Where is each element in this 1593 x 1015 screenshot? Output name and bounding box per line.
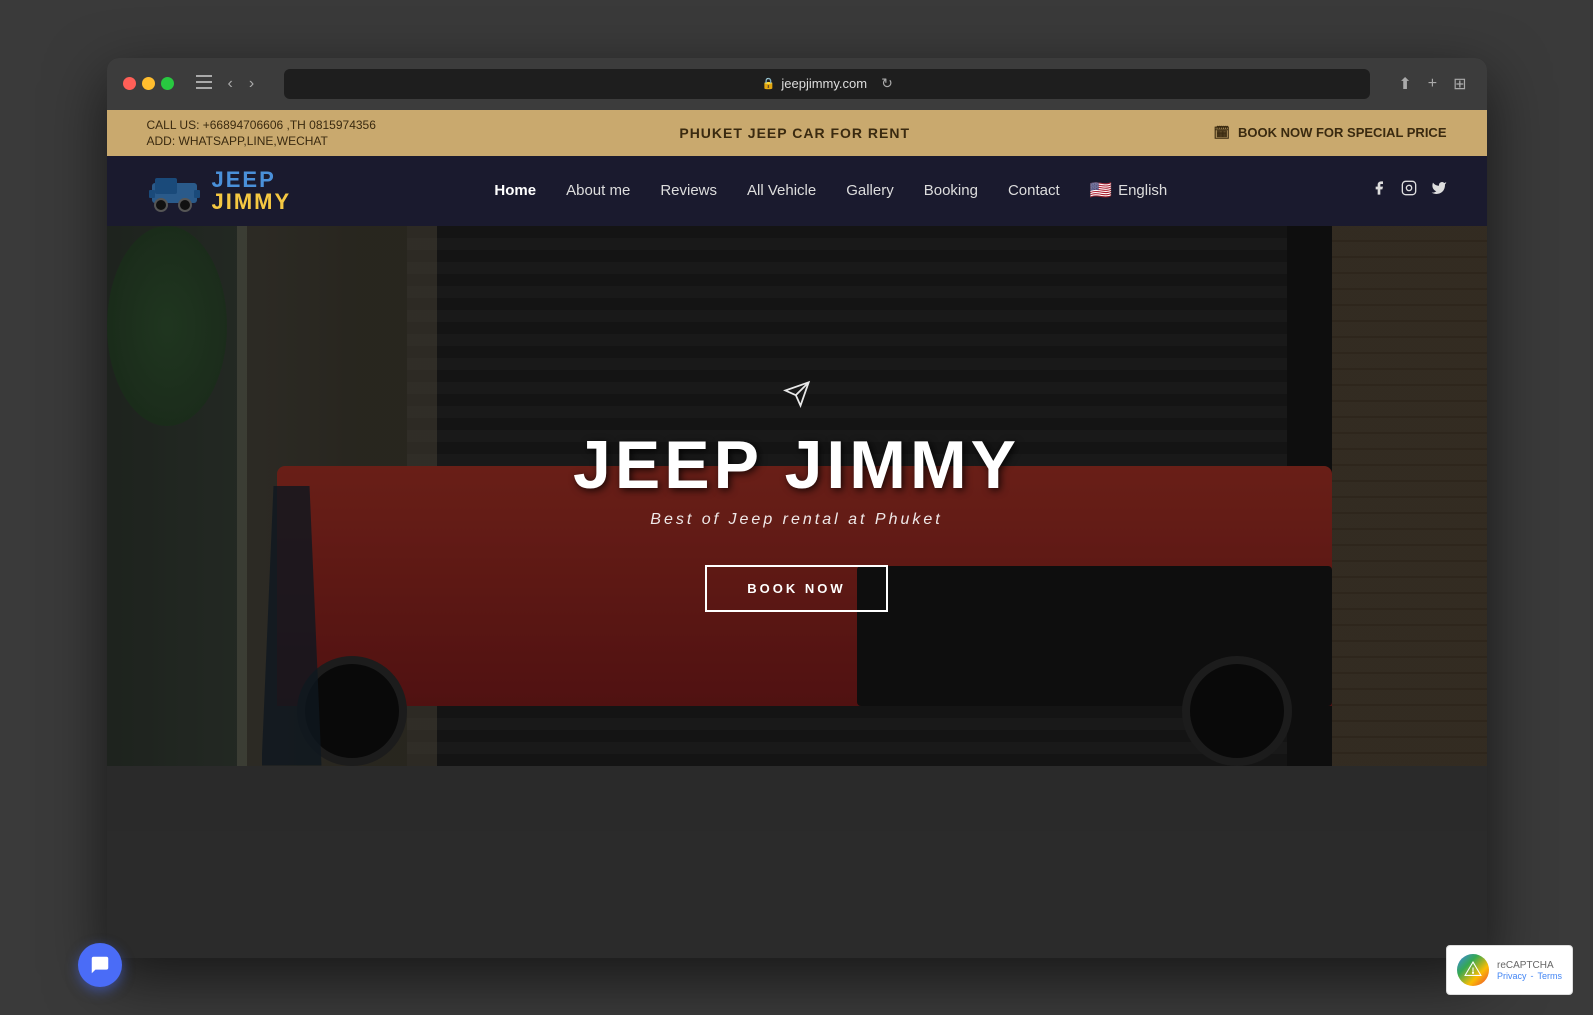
site-logo[interactable]: JEEP JIMMY (147, 168, 292, 213)
maximize-button[interactable] (161, 77, 174, 90)
calendar-icon: 🗓 (1213, 125, 1230, 141)
flag-icon: 🇺🇸 (1090, 180, 1112, 201)
contact-info: CALL US: +66894706606 ,TH 0815974356 ADD… (147, 118, 376, 148)
nav-item-about[interactable]: About me (566, 182, 630, 200)
navbar: JEEP JIMMY Home About me Reviews All Veh… (107, 156, 1487, 226)
nav-link-booking[interactable]: Booking (924, 182, 978, 199)
browser-controls: ‹ › (190, 71, 261, 97)
nav-item-booking[interactable]: Booking (924, 182, 978, 200)
logo-text: JEEP JIMMY (212, 169, 292, 213)
add-text: ADD: WHATSAPP,LINE,WECHAT (147, 134, 376, 148)
twitter-icon[interactable] (1431, 180, 1447, 201)
logo-jeep-icon (147, 168, 202, 213)
nav-item-vehicle[interactable]: All Vehicle (747, 182, 816, 200)
nav-link-reviews[interactable]: Reviews (660, 182, 717, 199)
nav-item-home[interactable]: Home (494, 182, 536, 200)
language-label: English (1118, 182, 1167, 199)
nav-link-contact[interactable]: Contact (1008, 182, 1060, 199)
url-text: jeepjimmy.com (781, 76, 867, 91)
nav-item-language[interactable]: 🇺🇸 English (1090, 180, 1168, 201)
hero-cta-button[interactable]: BOOK NOW (705, 565, 887, 612)
nav-link-home[interactable]: Home (494, 182, 536, 199)
tab-overview-button[interactable]: ⊞ (1449, 72, 1470, 96)
social-links (1371, 180, 1447, 201)
hero-subtitle: Best of Jeep rental at Phuket (650, 511, 942, 529)
hero-title: JEEP JIMMY (573, 431, 1020, 499)
share-button[interactable]: ⬆ (1394, 72, 1415, 96)
nav-link-vehicle[interactable]: All Vehicle (747, 182, 816, 199)
nav-item-reviews[interactable]: Reviews (660, 182, 717, 200)
new-tab-button[interactable]: + (1424, 73, 1441, 95)
hero-section: JEEP JIMMY Best of Jeep rental at Phuket… (107, 226, 1487, 766)
hero-send-icon (783, 380, 811, 415)
hero-content: JEEP JIMMY Best of Jeep rental at Phuket… (107, 226, 1487, 766)
top-info-bar: CALL US: +66894706606 ,TH 0815974356 ADD… (107, 110, 1487, 156)
logo-jimmy-text: JIMMY (212, 191, 292, 213)
reload-icon[interactable]: ↻ (881, 75, 893, 92)
browser-titlebar: ‹ › 🔒 jeepjimmy.com ↻ ⬆ + ⊞ (107, 58, 1487, 110)
traffic-lights (123, 77, 174, 90)
facebook-icon[interactable] (1371, 180, 1387, 201)
back-button[interactable]: ‹ (222, 71, 239, 97)
website-content: CALL US: +66894706606 ,TH 0815974356 ADD… (107, 110, 1487, 831)
browser-actions: ⬆ + ⊞ (1394, 72, 1470, 96)
promo-center-text: PHUKET JEEP CAR FOR RENT (679, 125, 910, 141)
main-nav: Home About me Reviews All Vehicle Galler… (494, 180, 1167, 201)
nav-item-gallery[interactable]: Gallery (846, 182, 894, 200)
forward-button[interactable]: › (243, 71, 260, 97)
nav-item-contact[interactable]: Contact (1008, 182, 1060, 200)
book-special-button[interactable]: 🗓 BOOK NOW FOR SPECIAL PRICE (1213, 125, 1446, 141)
book-special-label: BOOK NOW FOR SPECIAL PRICE (1238, 125, 1447, 140)
lock-icon: 🔒 (762, 77, 776, 90)
nav-link-about[interactable]: About me (566, 182, 630, 199)
minimize-button[interactable] (142, 77, 155, 90)
call-text: CALL US: +66894706606 ,TH 0815974356 (147, 118, 376, 132)
sidebar-toggle-button[interactable] (190, 71, 218, 96)
close-button[interactable] (123, 77, 136, 90)
site-footer-bar (107, 766, 1487, 831)
nav-menu: Home About me Reviews All Vehicle Galler… (494, 180, 1167, 201)
address-bar[interactable]: 🔒 jeepjimmy.com ↻ (284, 69, 1370, 99)
instagram-icon[interactable] (1401, 180, 1417, 201)
language-selector[interactable]: 🇺🇸 English (1090, 180, 1168, 201)
browser-window: ‹ › 🔒 jeepjimmy.com ↻ ⬆ + ⊞ CALL US: +66… (107, 58, 1487, 958)
logo-jeep-text: JEEP (212, 169, 292, 191)
nav-link-gallery[interactable]: Gallery (846, 182, 894, 199)
